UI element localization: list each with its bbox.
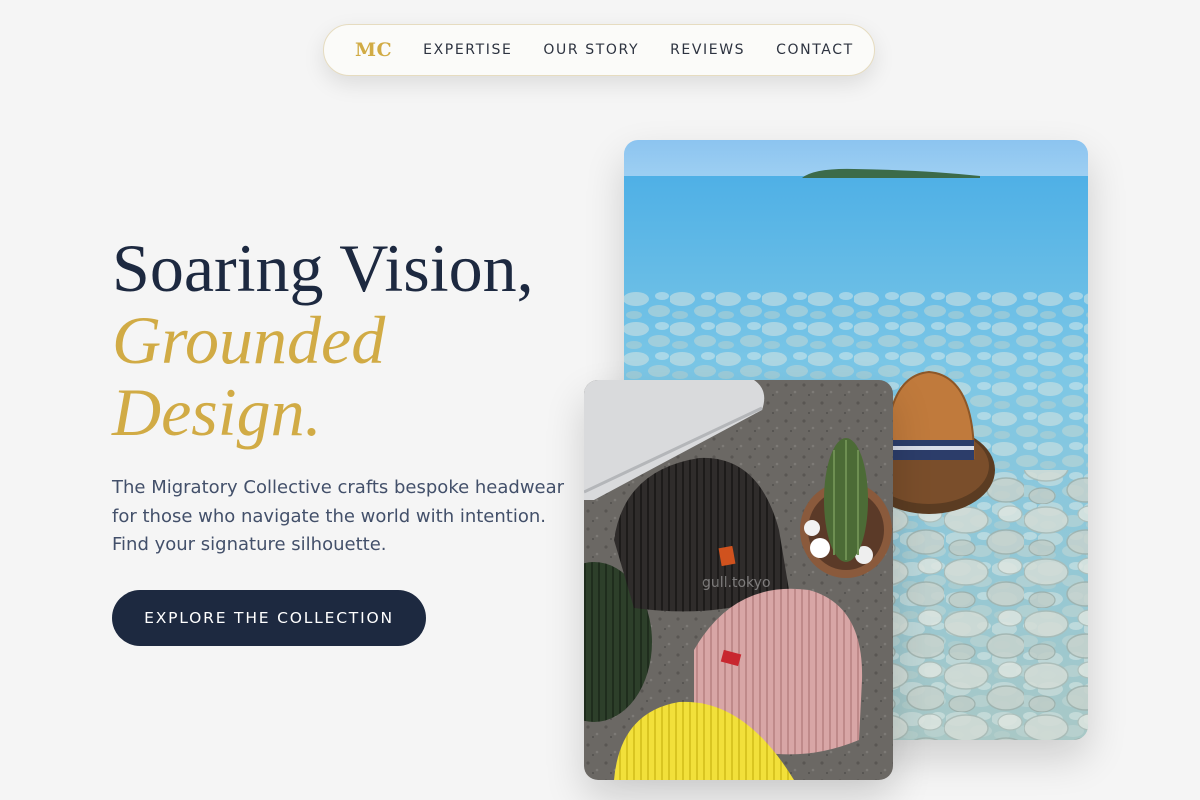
logo[interactable]: MC: [355, 39, 392, 61]
nav-link-reviews[interactable]: REVIEWS: [670, 42, 745, 58]
nav-link-contact[interactable]: CONTACT: [776, 42, 854, 58]
beanies-photo: gull.tokyo: [584, 380, 893, 780]
hero-headline: Soaring Vision, Grounded Design.: [112, 232, 534, 448]
photo-watermark: gull.tokyo: [702, 575, 771, 591]
headline-accent-line-2: Design.: [112, 374, 322, 450]
headline-line-1: Soaring Vision,: [112, 230, 534, 306]
headline-accent-line-1: Grounded: [112, 302, 386, 378]
nav-link-expertise[interactable]: EXPERTISE: [423, 42, 512, 58]
hero-description: The Migratory Collective crafts bespoke …: [112, 477, 565, 555]
top-nav: MC EXPERTISE OUR STORY REVIEWS CONTACT: [323, 24, 875, 76]
nav-link-our-story[interactable]: OUR STORY: [543, 42, 639, 58]
explore-collection-button[interactable]: EXPLORE THE COLLECTION: [112, 590, 426, 646]
